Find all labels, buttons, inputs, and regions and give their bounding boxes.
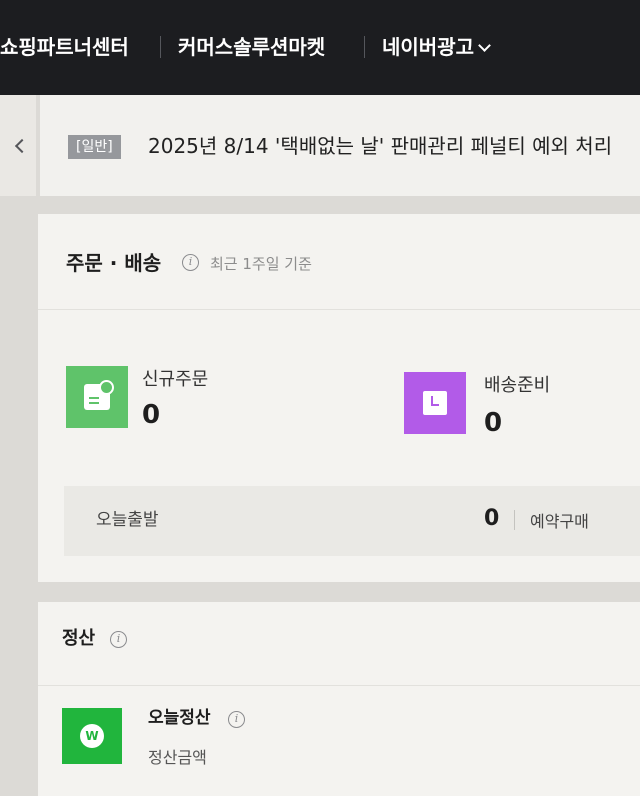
document-glyph (84, 380, 114, 410)
order-delivery-card: 주문 · 배송 i 최근 1주일 기준 신규주문 0 배송준비 0 오늘출발 0… (38, 214, 640, 582)
settlement-card: 정산 i W 오늘정산 i 정산금액 (38, 602, 640, 796)
today-settlement-title: 오늘정산 (148, 708, 211, 728)
document-icon (66, 366, 128, 428)
notice-text[interactable]: 2025년 8/14 '택배없는 날' 판매관리 페널티 예외 처리 (148, 131, 612, 161)
order-card-title: 주문 · 배송 (66, 251, 162, 275)
nav-divider (364, 36, 365, 58)
today-departure-label: 오늘출발 (96, 510, 159, 530)
order-card-header: 주문 · 배송 i 최근 1주일 기준 (38, 214, 640, 310)
page: 쇼핑파트너센터 커머스솔루션마켓 네이버광고 [일반] 2025년 8/14 '… (0, 0, 640, 796)
nav-commerce-solution-market[interactable]: 커머스솔루션마켓 (178, 30, 325, 64)
info-icon[interactable]: i (228, 711, 245, 728)
nav-divider (160, 36, 161, 58)
clock-icon (404, 372, 466, 434)
nav-shopping-partner-center[interactable]: 쇼핑파트너센터 (0, 30, 129, 64)
settlement-card-title: 정산 (62, 628, 96, 649)
info-icon[interactable]: i (182, 254, 199, 271)
today-departure-box: 오늘출발 0 예약구매 (64, 486, 640, 556)
settlement-card-header: 정산 i (38, 602, 640, 686)
info-icon[interactable]: i (110, 631, 127, 648)
won-coin-icon: W (62, 708, 122, 764)
won-coin-glyph: W (80, 724, 104, 748)
notice-banner[interactable]: [일반] 2025년 8/14 '택배없는 날' 판매관리 페널티 예외 처리 (40, 95, 640, 196)
notice-category-badge: [일반] (68, 135, 121, 159)
divider (514, 510, 515, 530)
settlement-amount-label: 정산금액 (148, 748, 207, 767)
top-navigation-bar: 쇼핑파트너센터 커머스솔루션마켓 네이버광고 (0, 0, 640, 95)
chevron-down-icon (478, 39, 491, 52)
nav-naver-ads-label: 네이버광고 (382, 35, 474, 59)
prepare-shipping-count[interactable]: 0 (484, 408, 502, 438)
new-orders-label: 신규주문 (142, 369, 209, 390)
prepare-shipping-label: 배송준비 (484, 375, 551, 396)
clock-glyph (423, 391, 447, 415)
today-departure-count[interactable]: 0 (484, 504, 499, 534)
order-period-note: 최근 1주일 기준 (210, 255, 312, 273)
nav-naver-ads[interactable]: 네이버광고 (382, 30, 491, 64)
new-orders-count[interactable]: 0 (142, 400, 160, 430)
reservation-purchase-label[interactable]: 예약구매 (530, 510, 589, 534)
